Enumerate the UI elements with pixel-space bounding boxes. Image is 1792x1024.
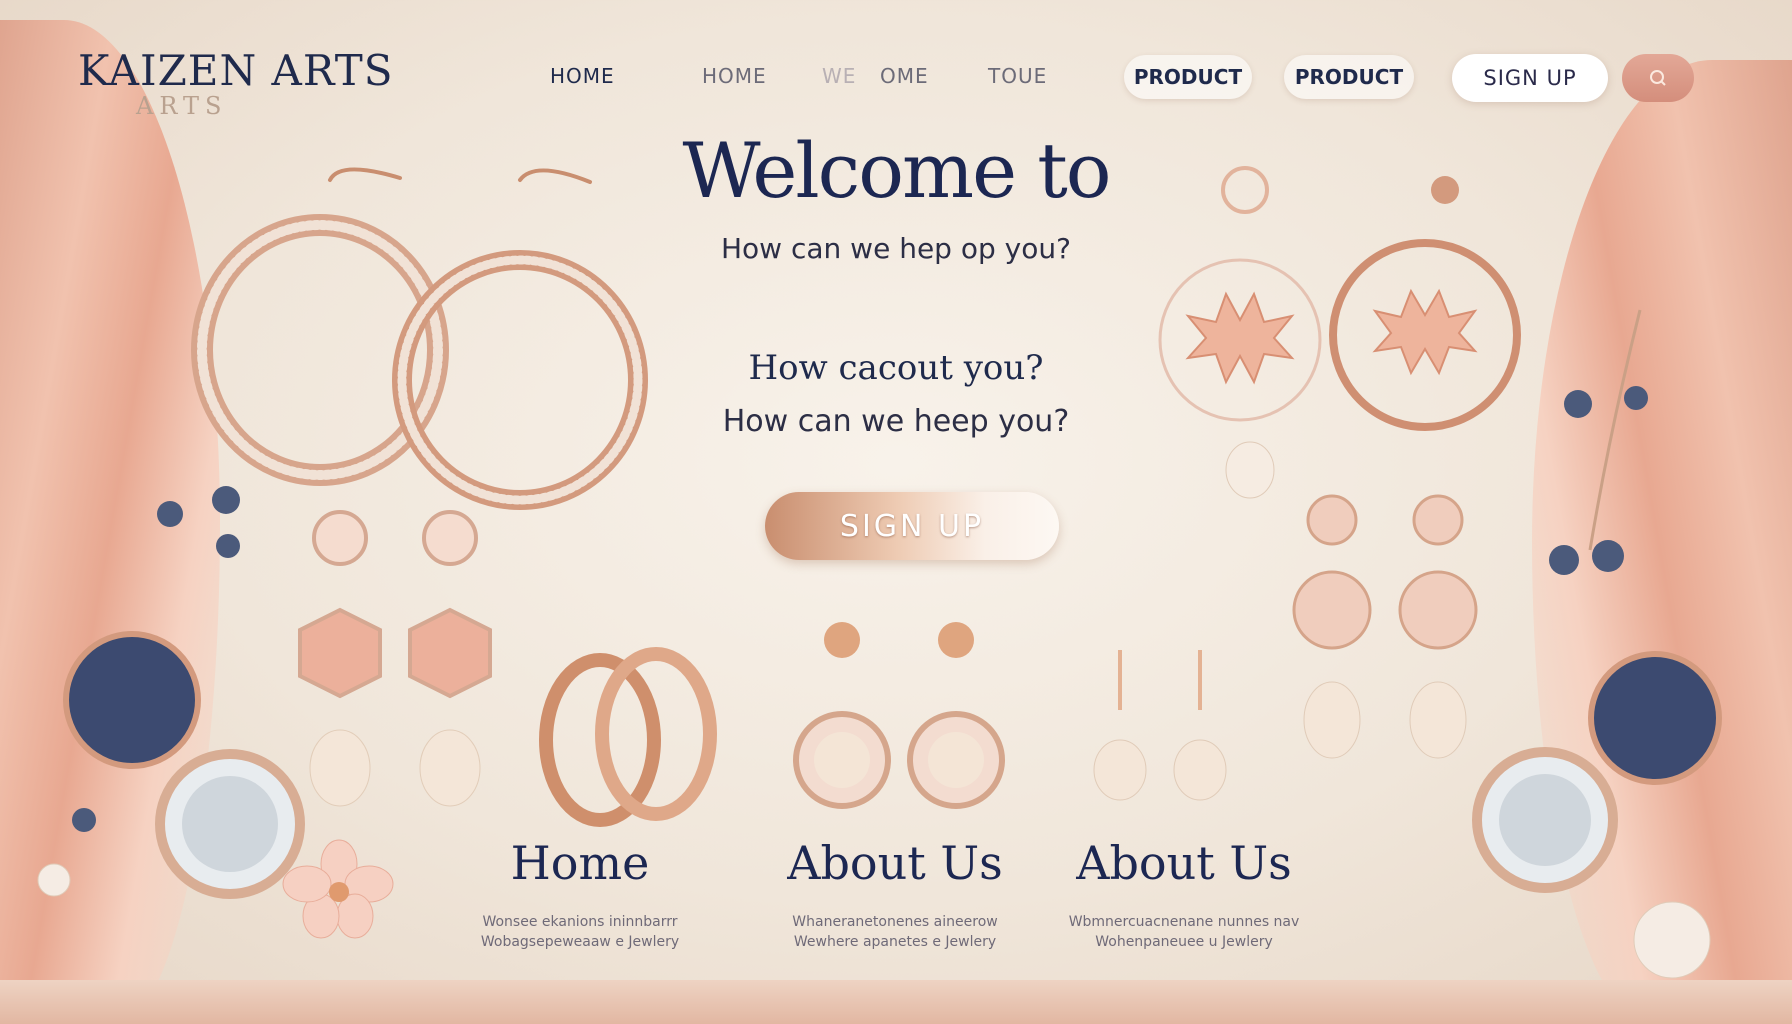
brand-logo[interactable]: KAIZEN ARTS bbox=[78, 46, 394, 95]
peach-flower-image bbox=[282, 839, 394, 939]
section-title-about-us[interactable]: About Us bbox=[745, 836, 1045, 890]
brand-logo-sub: ARTS bbox=[136, 92, 228, 120]
section-desc-home-line2: Wobagsepeweaaw e Jewlery bbox=[480, 934, 680, 950]
section-title-home[interactable]: Home bbox=[430, 836, 730, 890]
section-title-about-us-2[interactable]: About Us bbox=[1034, 836, 1334, 890]
silk-floor bbox=[0, 980, 1792, 1024]
nav-signup-button[interactable]: SIGN UP bbox=[1452, 54, 1608, 102]
section-desc-about-line1: Whaneranetonenes aineerow bbox=[792, 914, 998, 930]
section-desc-about2-line2: Wohenpaneuee u Jewlery bbox=[1095, 934, 1273, 950]
gold-hoop-bands-image bbox=[539, 647, 717, 827]
search-button[interactable] bbox=[1622, 54, 1694, 102]
nav-link-we[interactable]: WE bbox=[822, 64, 856, 88]
section-desc-home-line1: Wonsee ekanions ininnbarrr bbox=[482, 914, 678, 930]
nav-link-toue[interactable]: TOUE bbox=[988, 64, 1047, 88]
petite-pearl-drop-earrings-image bbox=[1093, 650, 1227, 801]
sapphire-diamond-studs-right-image bbox=[1472, 309, 1722, 979]
nav-link-home-2[interactable]: HOME bbox=[702, 64, 767, 88]
gold-pearl-halo-earrings-image bbox=[793, 622, 1005, 809]
hero-signup-button[interactable]: SIGN UP bbox=[765, 492, 1059, 560]
nav-link-ome[interactable]: OME bbox=[880, 64, 929, 88]
nav-product-button-1[interactable]: PRODUCT bbox=[1124, 55, 1252, 99]
section-desc-about-line2: Wewhere apanetes e Jewlery bbox=[793, 934, 997, 950]
section-desc-about2-line1: Wbmnercuacnenane nunnes nav bbox=[1068, 914, 1300, 930]
hoop-earrings-pave-image bbox=[191, 167, 648, 510]
nav-link-home[interactable]: HOME bbox=[550, 64, 615, 88]
nav-product-button-2[interactable]: PRODUCT bbox=[1284, 55, 1414, 99]
search-icon bbox=[1650, 70, 1666, 86]
